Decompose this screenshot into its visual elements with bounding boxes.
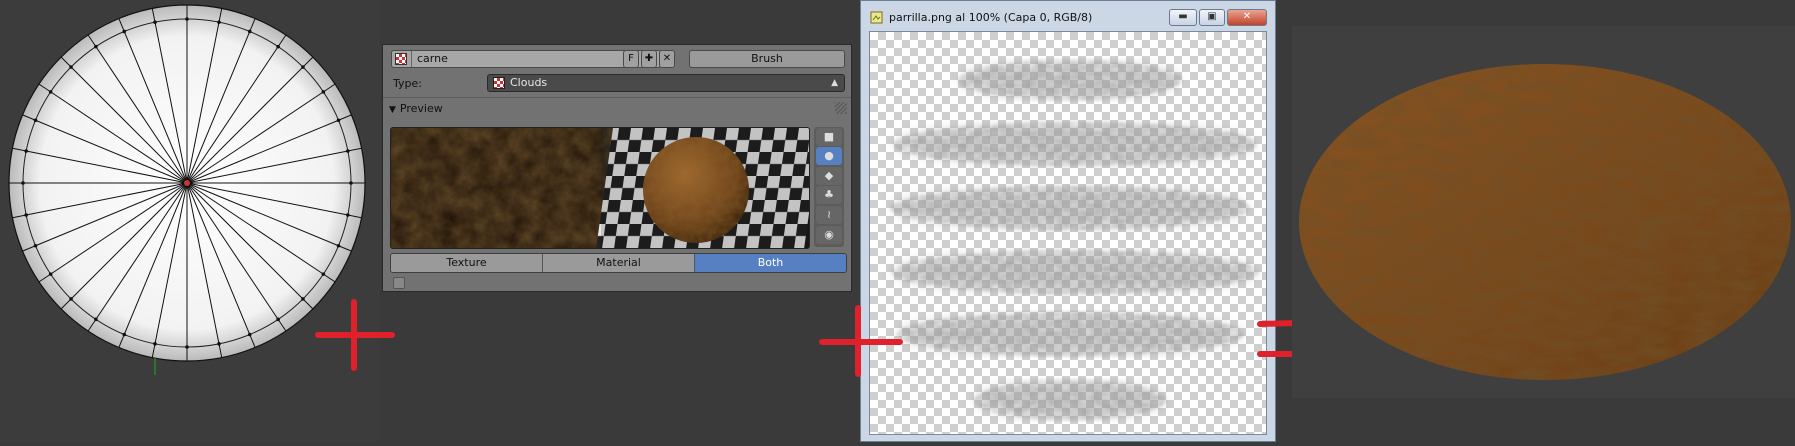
panel-grip-icon[interactable] bbox=[835, 102, 847, 114]
cube-icon[interactable]: ◆ bbox=[816, 167, 842, 185]
texture-preview bbox=[390, 127, 810, 249]
sphere-icon[interactable]: ● bbox=[816, 147, 842, 165]
minimize-icon: ▬ bbox=[1178, 11, 1188, 22]
grilled-meat-result bbox=[1299, 64, 1791, 380]
checker-texture-icon bbox=[493, 77, 505, 89]
plus-icon: ✚ bbox=[644, 53, 654, 64]
disclosure-triangle-icon: ▼ bbox=[389, 105, 396, 115]
type-dropdown[interactable]: Clouds ▲ bbox=[487, 74, 845, 92]
wireframe-sphere bbox=[8, 4, 366, 375]
type-value: Clouds bbox=[510, 76, 548, 89]
brush-button[interactable]: Brush bbox=[689, 50, 845, 68]
grill-stripes-image bbox=[890, 60, 1259, 420]
tab-both[interactable]: Both bbox=[695, 254, 846, 272]
image-viewer-window: parrilla.png al 100% (Capa 0, RGB/8) ▬ ▣… bbox=[860, 0, 1276, 442]
close-icon: ✕ bbox=[662, 53, 672, 64]
plane-icon[interactable]: ■ bbox=[816, 128, 842, 146]
tab-texture[interactable]: Texture bbox=[391, 254, 543, 272]
preview-mode-tabs: Texture Material Both bbox=[390, 253, 847, 273]
checkbox[interactable] bbox=[393, 277, 405, 289]
new-texture-button[interactable]: ✚ bbox=[641, 50, 657, 68]
maximize-button[interactable]: ▣ bbox=[1199, 9, 1225, 26]
panel-divider bbox=[383, 97, 851, 98]
hair-icon[interactable]: ≀ bbox=[816, 206, 842, 224]
unlink-texture-button[interactable]: ✕ bbox=[659, 50, 675, 68]
monkey-icon[interactable]: ♣ bbox=[816, 186, 842, 204]
type-label: Type: bbox=[393, 77, 422, 90]
image-canvas[interactable] bbox=[869, 31, 1267, 435]
minimize-button[interactable]: ▬ bbox=[1169, 9, 1197, 26]
left-3d-viewport bbox=[0, 0, 380, 442]
checker-texture-icon bbox=[395, 53, 407, 65]
sphere-plane-icon[interactable]: ◉ bbox=[816, 226, 842, 244]
tab-material[interactable]: Material bbox=[543, 254, 695, 272]
plus-annotation-1 bbox=[315, 299, 395, 371]
right-3d-viewport bbox=[1292, 26, 1795, 398]
preview-label: Preview bbox=[399, 102, 443, 115]
image-file-icon bbox=[870, 11, 883, 24]
window-title: parrilla.png al 100% (Capa 0, RGB/8) bbox=[889, 11, 1093, 24]
texture-name: carne bbox=[417, 52, 448, 65]
preview-shape-toolbar: ■ ● ◆ ♣ ≀ ◉ bbox=[814, 127, 844, 247]
updown-arrow-icon: ▲ bbox=[831, 78, 838, 88]
texture-name-field[interactable]: carne bbox=[391, 50, 661, 68]
close-icon: ✕ bbox=[1242, 11, 1252, 22]
preview-header[interactable]: ▼ Preview bbox=[389, 102, 443, 115]
maximize-icon: ▣ bbox=[1207, 11, 1217, 22]
fake-user-button[interactable]: F bbox=[623, 50, 639, 68]
plus-annotation-2 bbox=[819, 305, 903, 377]
close-button[interactable]: ✕ bbox=[1227, 9, 1267, 26]
texture-properties-panel: carne F ✚ ✕ Brush Type: Clouds ▲ ▼ Previe… bbox=[382, 44, 852, 292]
